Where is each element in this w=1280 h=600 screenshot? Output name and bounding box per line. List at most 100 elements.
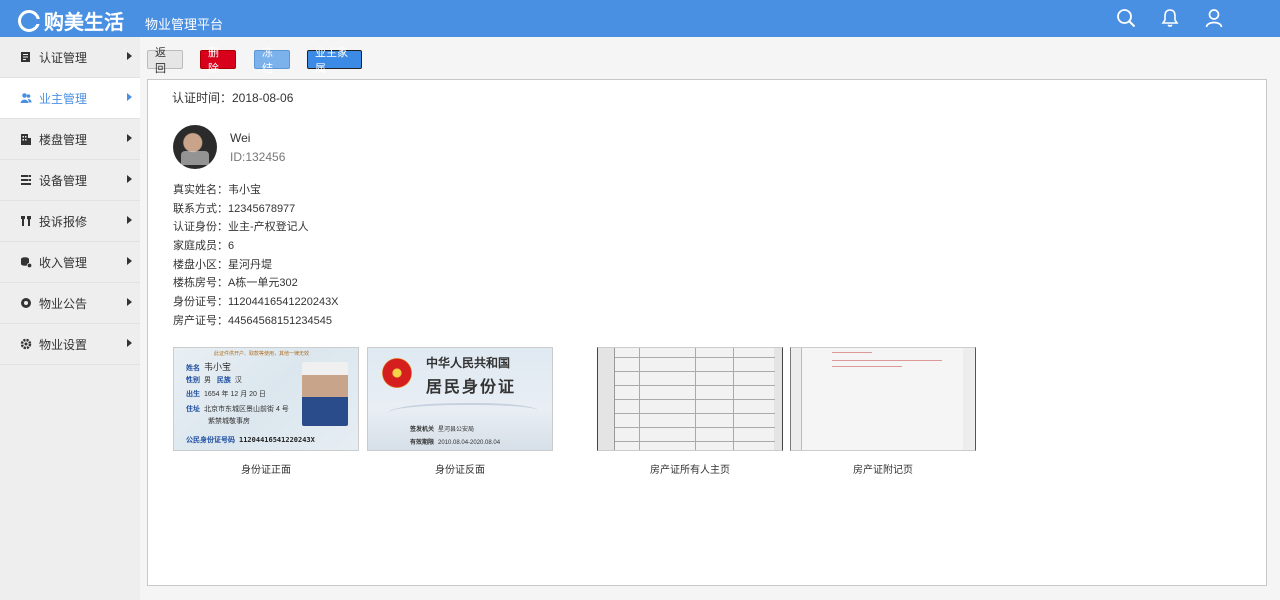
user-id: ID:132456 (230, 150, 286, 164)
search-icon[interactable] (1116, 8, 1136, 28)
sidebar-item-label: 物业设置 (39, 337, 88, 352)
id-number-value: 11204416541220243X (239, 436, 315, 444)
doc-caption: 房产证附记页 (853, 465, 913, 476)
building-icon (21, 134, 31, 145)
id-name-value: 韦小宝 (204, 362, 232, 372)
chevron-right-icon (127, 339, 132, 347)
id-addr-line: 住址 北京市东城区景山前街 4 号 (186, 404, 289, 414)
sidebar-item-label: 认证管理 (39, 50, 88, 65)
stamp-line (832, 360, 942, 361)
chevron-right-icon (127, 52, 132, 60)
user-icon[interactable] (1204, 8, 1224, 28)
sidebar-item-devices[interactable]: 设备管理 (0, 160, 140, 201)
sidebar-item-owners[interactable]: 业主管理 (0, 78, 140, 119)
brand-name: 购美生活 (44, 12, 124, 34)
income-icon (21, 257, 32, 268)
info-room: 楼栋房号：A栋一单元302 (173, 277, 298, 290)
id-valid-label: 有效期限 (410, 440, 435, 446)
id-sex-value: 男 (204, 377, 211, 384)
chevron-right-icon (127, 298, 132, 306)
id-authority-line: 签发机关 星河县公安局 (410, 424, 474, 433)
logo-icon (18, 9, 41, 32)
sidebar-item-income[interactable]: 收入管理 (0, 242, 140, 283)
doc-caption: 房产证所有人主页 (650, 465, 730, 476)
id-addr-value: 北京市东城区景山前街 4 号 (204, 406, 289, 413)
chevron-right-icon (127, 216, 132, 224)
id-photo (302, 362, 348, 426)
info-family-members: 家庭成员：6 (173, 240, 235, 253)
sidebar: 认证管理 业主管理 楼盘管理 设备管理 投诉报修 收入管理 物业公告 物业设置 (0, 37, 140, 600)
gear-icon (20, 338, 32, 350)
id-back-title-2: 居民身份证 (426, 377, 517, 396)
deed-col-line (639, 348, 640, 450)
id-card-back-image[interactable]: 中华人民共和国 居民身份证 签发机关 星河县公安局 有效期限 2010.08.04-… (367, 347, 553, 451)
owner-detail-panel: 认证时间：2018-08-06 Wei ID:132456 真实姓名：韦小宝 联… (147, 79, 1267, 586)
owner-info-list: 真实姓名：韦小宝 联系方式：12345678977 认证身份：业主-产权登记人 … (173, 181, 339, 331)
chevron-right-icon (127, 175, 132, 183)
info-id-number: 身份证号：11204416541220243X (173, 296, 339, 309)
doc-deed-annex[interactable]: 房产证附记页 (790, 347, 976, 476)
sidebar-item-label: 投诉报修 (39, 214, 88, 229)
deed-owner-page-image[interactable] (597, 347, 783, 451)
id-name-line: 姓名 韦小宝 (186, 360, 231, 373)
deed-annex-sheet (801, 348, 963, 450)
id-nation-label: 民族 (216, 377, 231, 384)
id-back-title-1: 中华人民共和国 (426, 356, 511, 370)
bell-icon[interactable] (1160, 8, 1180, 28)
id-sex-line: 性别男 民族汉 (186, 375, 242, 385)
deed-table (614, 348, 775, 450)
sidebar-item-settings[interactable]: 物业设置 (0, 324, 140, 365)
chevron-right-icon (127, 93, 132, 101)
users-icon (20, 93, 32, 103)
doc-id-front[interactable]: 此证件供开户、取款等使用，其他一律无效 姓名 韦小宝 性别男 民族汉 出生 1654… (173, 347, 359, 476)
platform-title: 物业管理平台 (145, 17, 224, 32)
id-nation-value: 汉 (234, 377, 242, 384)
top-icons (1116, 8, 1224, 28)
back-button[interactable]: 返回 (147, 47, 183, 75)
info-auth-identity: 认证身份：业主-产权登记人 (173, 221, 309, 234)
id-valid-value: 2010.08.04-2020.08.04 (438, 440, 501, 446)
freeze-button[interactable]: 冻结 (254, 47, 290, 75)
id-birth-line: 出生 1654 年 12 月 20 日 (186, 389, 266, 399)
id-birth-label: 出生 (186, 391, 200, 398)
stamp-mark (832, 352, 872, 353)
auth-time: 认证时间：2018-08-06 (172, 91, 294, 105)
sidebar-item-announcements[interactable]: 物业公告 (0, 283, 140, 324)
delete-button[interactable]: 删除 (200, 47, 236, 75)
doc-id-back[interactable]: 中华人民共和国 居民身份证 签发机关 星河县公安局 有效期限 2010.08.04-… (367, 347, 553, 476)
id-sex-label: 性别 (186, 377, 200, 384)
sidebar-item-label: 收入管理 (39, 255, 88, 270)
info-real-name: 真实姓名：韦小宝 (173, 184, 261, 196)
sidebar-item-complaints[interactable]: 投诉报修 (0, 201, 140, 242)
id-notice: 此证件供开户、取款等使用，其他一律无效 (214, 351, 310, 357)
top-bar: 购美生活 物业管理平台 (0, 0, 1280, 37)
great-wall-decoration (388, 403, 538, 423)
brand-logo[interactable]: 购美生活 (18, 6, 124, 35)
deed-annex-page-image[interactable] (790, 347, 976, 451)
id-card-icon (21, 52, 30, 62)
deed-col-line (695, 348, 696, 450)
sidebar-item-label: 楼盘管理 (39, 132, 88, 147)
owner-family-button[interactable]: 业主家属 (307, 47, 362, 75)
id-number-label: 公民身份证号码 (186, 437, 235, 444)
sidebar-item-auth[interactable]: 认证管理 (0, 37, 140, 78)
avatar (173, 125, 217, 169)
action-toolbar: 返回 删除 冻结 业主家属 (147, 47, 362, 75)
info-community: 楼盘小区：星河丹堤 (173, 258, 272, 271)
national-emblem-icon (382, 358, 412, 388)
id-addr-line-2: 紫禁城敬事房 (208, 418, 250, 425)
sidebar-item-buildings[interactable]: 楼盘管理 (0, 119, 140, 160)
doc-caption: 身份证正面 (241, 465, 291, 476)
doc-deed-owner[interactable]: 房产证所有人主页 (597, 347, 783, 476)
id-addr-label: 住址 (186, 406, 200, 413)
tools-icon (21, 216, 31, 226)
id-authority-value: 星河县公安局 (438, 427, 475, 433)
id-birth-value: 1654 年 12 月 20 日 (204, 391, 266, 398)
id-number-line: 公民身份证号码 11204416541220243X (186, 435, 315, 445)
chevron-right-icon (127, 257, 132, 265)
id-card-front-image[interactable]: 此证件供开户、取款等使用，其他一律无效 姓名 韦小宝 性别男 民族汉 出生 1654… (173, 347, 359, 451)
id-valid-line: 有效期限 2010.08.04-2020.08.04 (410, 437, 500, 446)
announce-icon (21, 298, 31, 308)
chevron-right-icon (127, 134, 132, 142)
info-contact: 联系方式：12345678977 (173, 202, 296, 215)
